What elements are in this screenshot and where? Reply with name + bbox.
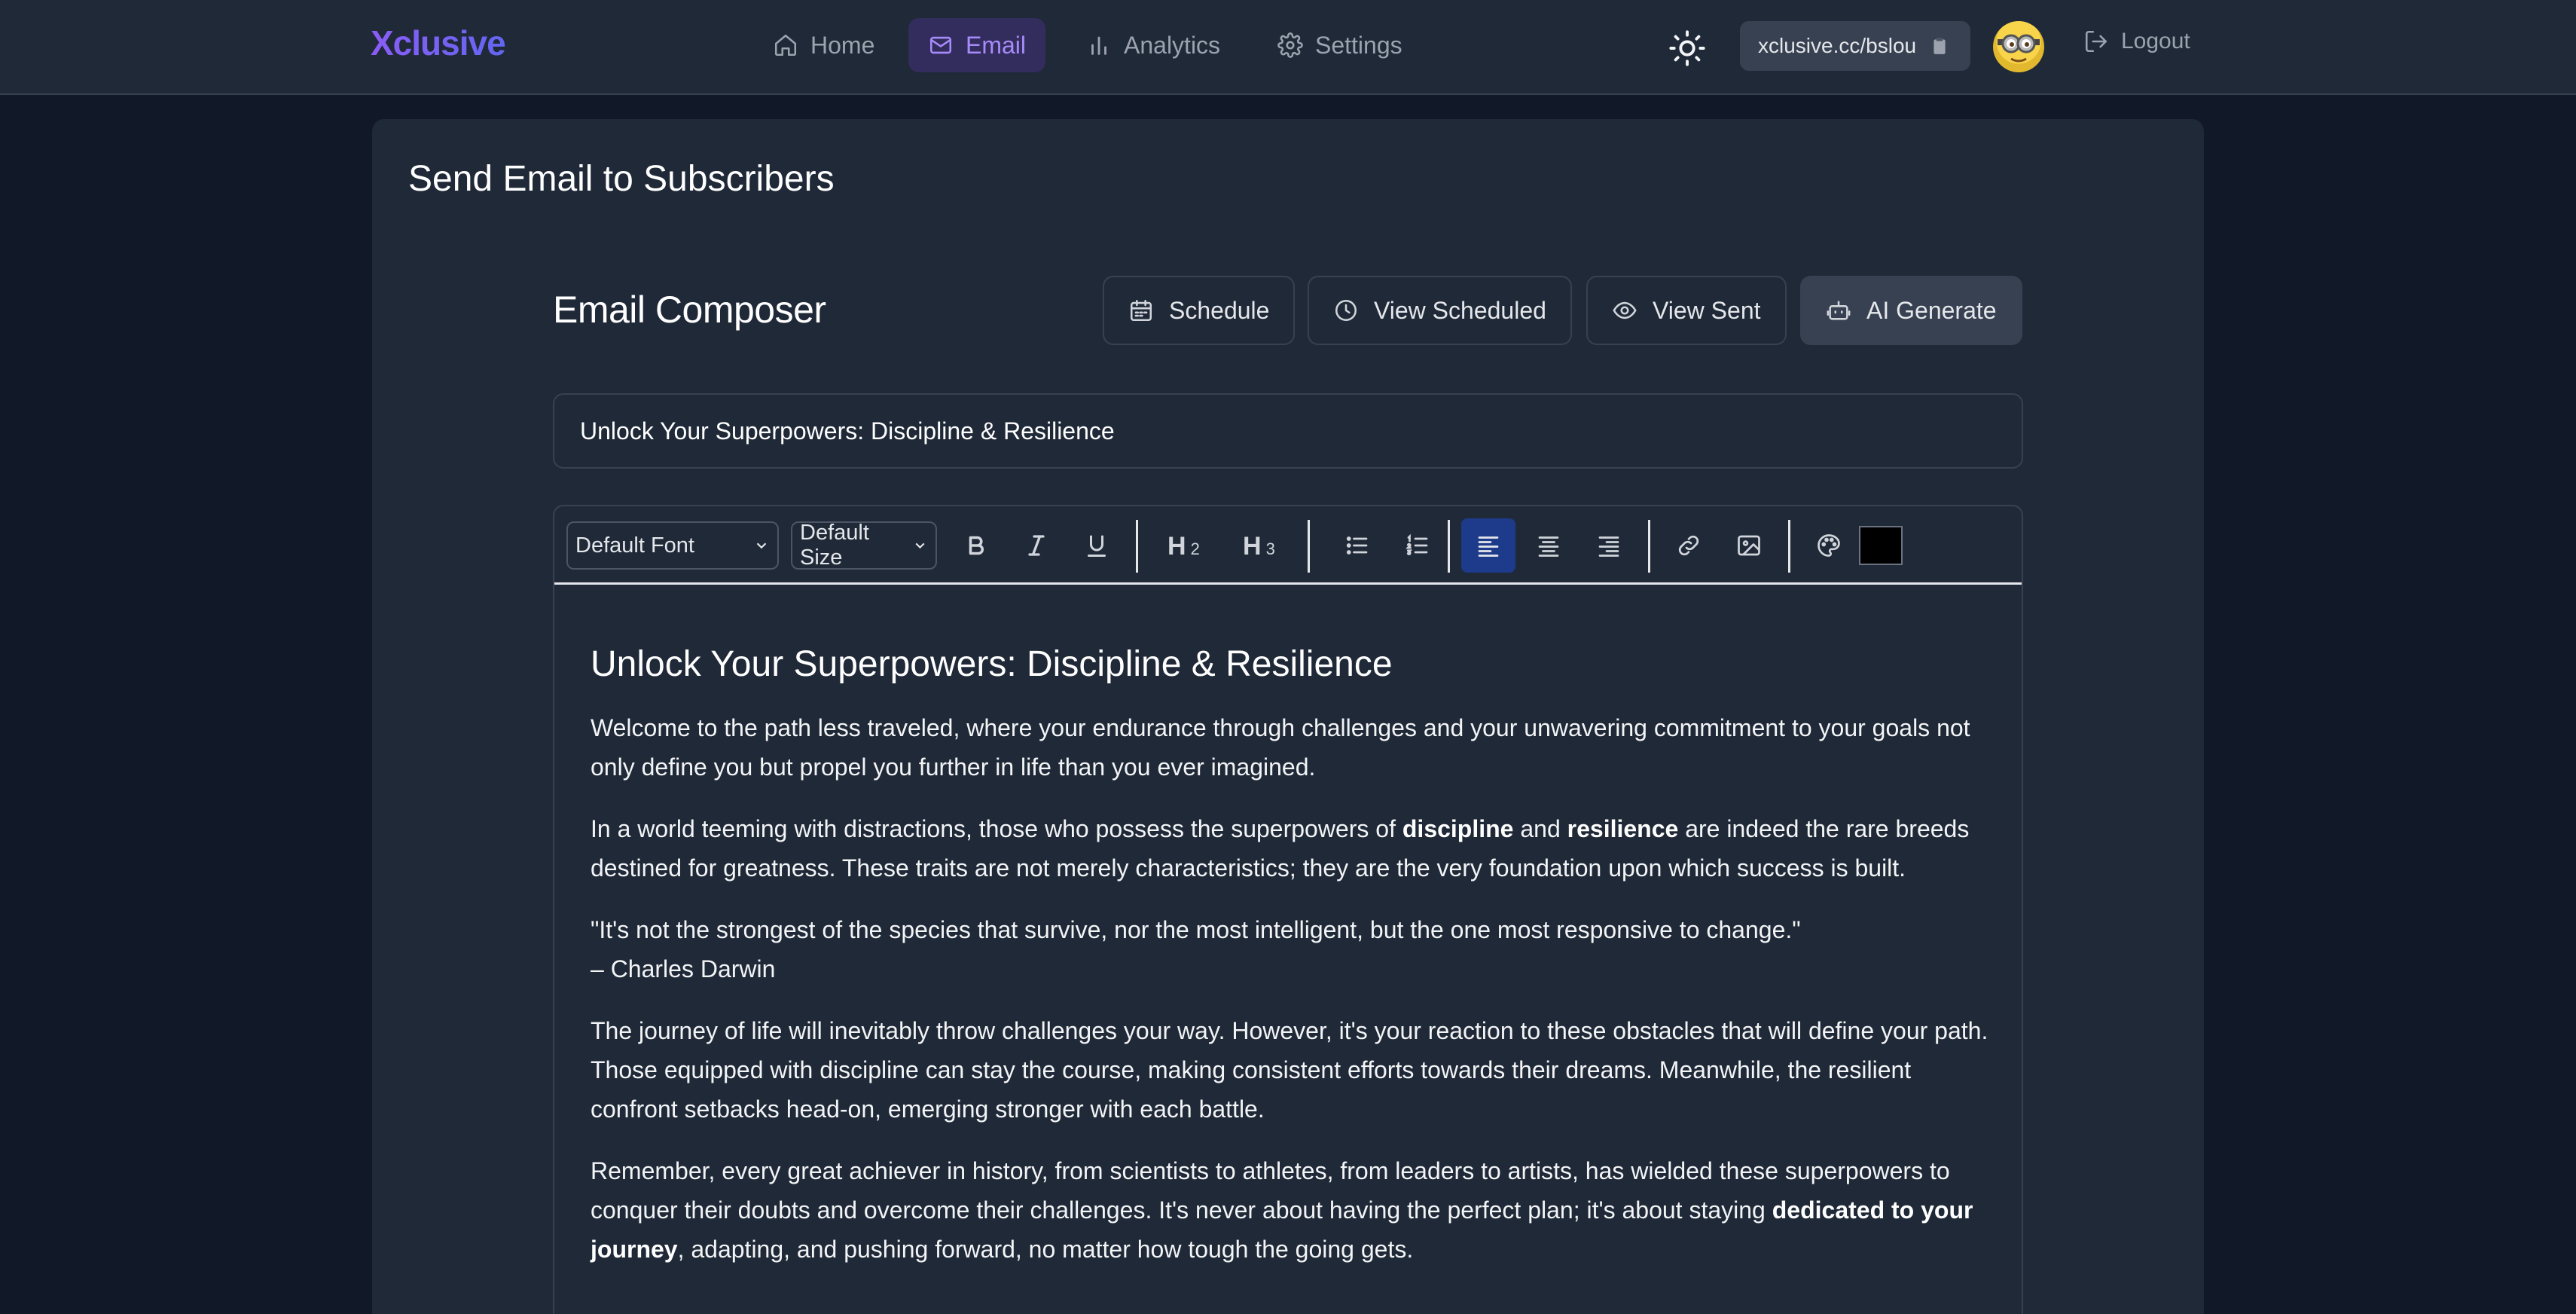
subject-input[interactable]: Unlock Your Superpowers: Discipline & Re…	[553, 393, 2023, 469]
bullet-list-icon	[1346, 536, 1368, 555]
nav-email-label: Email	[966, 31, 1027, 59]
p4-text-c: , adapting, and pushing forward, no matt…	[677, 1236, 1414, 1263]
brand-logo[interactable]: Xclusive	[371, 23, 506, 63]
font-family-select[interactable]: Default Font	[566, 521, 779, 570]
insert-image-button[interactable]	[1722, 518, 1776, 573]
numbered-list-icon	[1405, 533, 1428, 555]
paragraph-1: Welcome to the path less traveled, where…	[591, 714, 1970, 781]
avatar[interactable]	[1993, 21, 2044, 72]
align-left-icon	[1478, 536, 1499, 557]
palette-icon	[1818, 534, 1840, 557]
link-icon	[1678, 535, 1699, 556]
color-swatch[interactable]	[1859, 526, 1903, 565]
text-color-button[interactable]	[1802, 518, 1856, 573]
align-right-icon	[1598, 536, 1619, 557]
view-scheduled-button[interactable]: View Scheduled	[1308, 276, 1572, 345]
nav-settings-label: Settings	[1315, 31, 1402, 59]
align-center-icon	[1538, 536, 1559, 557]
numbered-list-button[interactable]	[1390, 518, 1445, 573]
home-icon	[774, 34, 797, 57]
p4-text-a: Remember, every great achiever in histor…	[591, 1157, 1950, 1224]
p2-text-a: In a world teeming with distractions, th…	[591, 815, 1402, 842]
view-scheduled-label: View Scheduled	[1374, 296, 1546, 324]
paragraph-3: The journey of life will inevitably thro…	[591, 1017, 1988, 1123]
nav-home[interactable]: Home	[753, 18, 894, 72]
paragraph-2: In a world teeming with distractions, th…	[591, 809, 1988, 888]
main-card: Send Email to Subscribers Email Composer…	[372, 119, 2204, 1314]
chevron-down-icon	[756, 542, 767, 549]
logout-button[interactable]: Logout	[2083, 29, 2190, 54]
nav-settings[interactable]: Settings	[1258, 18, 1422, 72]
rich-text-editor: Default Font Default Size H 2 H 3 Unlock…	[553, 505, 2023, 1314]
align-left-button[interactable]	[1461, 518, 1515, 573]
page-title: Send Email to Subscribers	[408, 159, 835, 199]
email-heading: Unlock Your Superpowers: Discipline & Re…	[591, 644, 1393, 684]
image-icon	[1738, 535, 1760, 556]
italic-icon	[1028, 535, 1045, 556]
bold-button[interactable]	[949, 518, 1003, 573]
bullet-list-button[interactable]	[1330, 518, 1384, 573]
mail-icon	[929, 36, 952, 54]
heading-3-level: 3	[1265, 539, 1275, 558]
toolbar-divider	[1648, 520, 1650, 573]
nav-analytics-label: Analytics	[1124, 31, 1221, 59]
sun-icon	[1669, 30, 1705, 66]
quote-text: "It's not the strongest of the species t…	[591, 916, 1801, 943]
heading-3-button[interactable]: H 3	[1243, 518, 1275, 573]
bar-chart-icon	[1091, 36, 1106, 55]
editor-content[interactable]: Unlock Your Superpowers: Discipline & Re…	[591, 642, 1988, 1291]
toolbar-divider	[1448, 520, 1450, 573]
underline-icon	[1088, 535, 1106, 557]
schedule-label: Schedule	[1169, 296, 1270, 324]
insert-link-button[interactable]	[1662, 518, 1716, 573]
heading-icon: H	[1167, 532, 1186, 561]
ai-generate-button[interactable]: AI Generate	[1800, 276, 2022, 345]
ai-generate-label: AI Generate	[1866, 296, 1997, 324]
view-sent-label: View Sent	[1653, 296, 1761, 324]
logout-label: Logout	[2121, 29, 2190, 53]
heading-2-button[interactable]: H 2	[1167, 518, 1200, 573]
quote-author: – Charles Darwin	[591, 955, 776, 982]
italic-button[interactable]	[1009, 518, 1064, 573]
chevron-down-icon	[915, 542, 925, 549]
calendar-icon	[1130, 299, 1152, 322]
paragraph-4: Remember, every great achiever in histor…	[591, 1151, 1988, 1269]
font-family-value: Default Font	[575, 533, 694, 558]
gear-icon	[1277, 32, 1303, 58]
top-navbar: Xclusive Home Email Analytics Settings x…	[0, 0, 2576, 95]
font-size-select[interactable]: Default Size	[791, 521, 937, 570]
toolbar-divider	[1788, 520, 1790, 573]
clipboard-icon[interactable]	[1930, 36, 1949, 56]
underline-button[interactable]	[1070, 518, 1124, 573]
heading-icon: H	[1243, 532, 1262, 561]
toolbar-divider	[1308, 520, 1310, 573]
align-right-button[interactable]	[1582, 518, 1636, 573]
robot-icon	[1827, 301, 1851, 320]
nav-analytics[interactable]: Analytics	[1067, 18, 1240, 72]
editor-toolbar: Default Font Default Size H 2 H 3	[554, 506, 2022, 585]
view-sent-button[interactable]: View Sent	[1586, 276, 1787, 345]
profile-url: xclusive.cc/bslou	[1758, 34, 1917, 57]
clock-icon	[1335, 299, 1357, 322]
avatar-face-icon	[1998, 34, 2040, 63]
composer-title: Email Composer	[553, 289, 826, 331]
bold-icon	[969, 536, 984, 555]
schedule-button[interactable]: Schedule	[1103, 276, 1296, 345]
profile-url-chip[interactable]: xclusive.cc/bslou	[1740, 21, 1970, 71]
p2-text-c: and	[1513, 815, 1567, 842]
align-center-button[interactable]	[1521, 518, 1576, 573]
toolbar-divider	[1136, 520, 1138, 573]
bold-resilience: resilience	[1567, 815, 1679, 842]
nav-email[interactable]: Email	[908, 18, 1046, 72]
bold-discipline: discipline	[1402, 815, 1514, 842]
subject-value: Unlock Your Superpowers: Discipline & Re…	[580, 417, 1115, 445]
eye-icon	[1613, 301, 1637, 319]
nav-home-label: Home	[810, 31, 875, 59]
font-size-value: Default Size	[800, 521, 869, 570]
heading-2-level: 2	[1190, 539, 1200, 558]
logout-icon	[2085, 30, 2107, 53]
quote-block: "It's not the strongest of the species t…	[591, 910, 1988, 989]
theme-toggle-button[interactable]	[1668, 29, 1707, 68]
